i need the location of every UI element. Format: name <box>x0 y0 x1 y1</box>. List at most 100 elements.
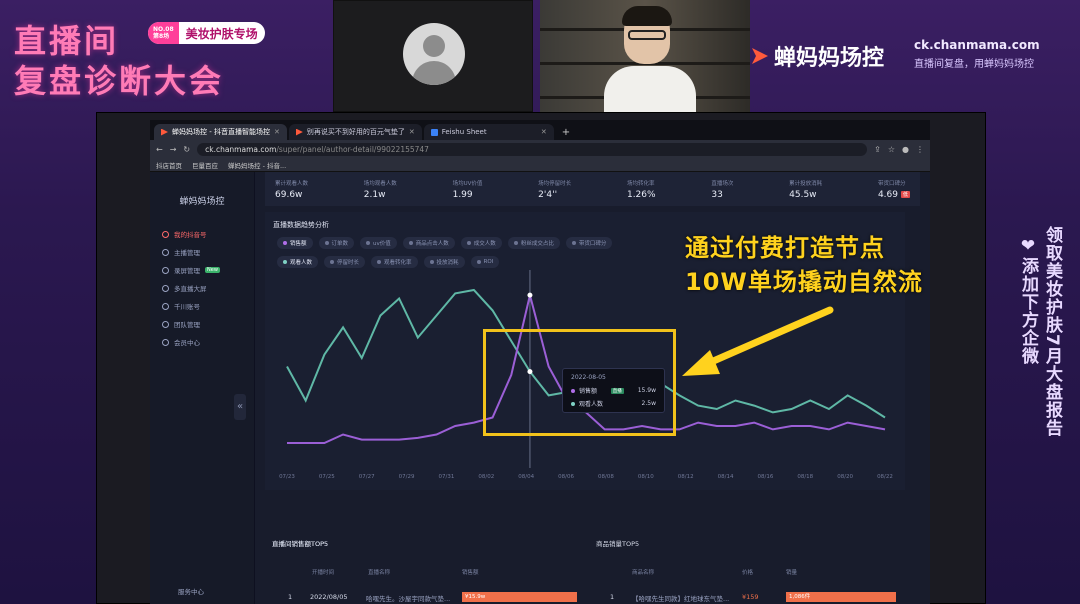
event-badge: NO.08 第8场 美妆护肤专场 <box>148 22 265 44</box>
profile-icon[interactable]: ● <box>902 145 909 154</box>
sidebar-item-membership[interactable]: 会员中心 <box>150 333 254 351</box>
sidebar-service-center[interactable]: 服务中心 <box>150 586 254 596</box>
stat-item: 累计观看人数 69.6w <box>275 172 308 206</box>
stat-item: 场均UV价值 1.99 <box>453 172 483 206</box>
new-badge: New <box>205 267 220 273</box>
report-offer-text: 领取美妆护肤7月大盘报告 <box>1042 226 1062 437</box>
sidebar-item-recordings[interactable]: 录屏管理 New <box>150 261 254 279</box>
forward-icon[interactable]: → <box>170 145 177 154</box>
sidebar: 蝉妈妈场控 我的抖音号 主播管理 录屏管理 New 多直播大屏 千川账号 团队管理… <box>150 172 255 604</box>
sidebar-item-my-account[interactable]: 我的抖音号 <box>150 225 254 243</box>
stat-value: 1.26% <box>626 189 656 200</box>
annotation-line1: 通过付费打造节点 <box>685 234 885 262</box>
hover-point-1 <box>527 292 533 298</box>
address-bar-row: ← → ↻ ck.chanmama.com/super/panel/author… <box>150 140 930 158</box>
bookmark-item[interactable]: 蝉妈妈场控 - 抖音... <box>228 160 286 170</box>
stat-label: 场均转化率 <box>626 180 655 187</box>
tab-douyin-live[interactable]: 别再说买不到好用的百元气垫了 ✕ <box>288 124 422 140</box>
row-sales-bar: ¥15.9w <box>462 592 577 602</box>
stream-slide: 直播间 复盘诊断大会 NO.08 第8场 美妆护肤专场 蝉妈妈场控 ck.chan… <box>0 0 1080 604</box>
sidebar-item-qianchuan[interactable]: 千川账号 <box>150 297 254 315</box>
menu-icon[interactable]: ⋮ <box>916 145 924 154</box>
stat-label: 带货口碑分 <box>877 180 906 187</box>
chanmama-icon <box>295 128 303 136</box>
reload-icon[interactable]: ↻ <box>183 145 190 154</box>
row-date: 2022/08/05 <box>310 593 348 601</box>
stat-label: 直播场次 <box>711 180 734 187</box>
presenter-video <box>540 0 750 115</box>
col-header-product: 商品名称 <box>632 570 655 576</box>
collapse-sidebar-icon[interactable]: « <box>234 394 246 420</box>
stat-value: 45.5w <box>789 189 817 200</box>
stat-label: 累计投放消耗 <box>789 180 823 187</box>
col-header-time: 开播时间 <box>312 570 335 576</box>
stats-bar: 累计观看人数 69.6w 场均观看人数 2.1w 场均UV价值 1.99 场均停留时长 2'4… <box>265 172 920 206</box>
record-icon <box>162 266 169 274</box>
stat-value: 2.1w <box>363 189 386 200</box>
x-tick-label: 08/18 <box>797 474 813 480</box>
screen-icon <box>162 284 169 292</box>
presenter <box>604 6 696 115</box>
chanmama-icon <box>161 128 168 136</box>
stat-item: 场均停留时长 2'4'' <box>538 172 571 206</box>
row-live-name[interactable]: 哈嘿先生。沙屋宇同款气垫... <box>366 593 450 603</box>
bookmarks-bar: 抖店首页 巨量百应 蝉妈妈场控 - 抖音... <box>150 158 930 172</box>
wecom-text: ❤添加下方企微 <box>1018 236 1038 365</box>
user-avatar-icon <box>403 23 465 85</box>
annotation-arrow-icon <box>682 306 834 376</box>
bookmark-item[interactable]: 巨量百应 <box>192 160 218 170</box>
back-icon[interactable]: ← <box>156 145 163 154</box>
col-header-volume: 销量 <box>786 570 798 576</box>
stat-value: 33 <box>711 189 723 200</box>
product-name[interactable]: 【哈嘿先生同款】红地球东气垫... <box>632 593 729 603</box>
badge-number: NO.08 第8场 <box>148 22 179 44</box>
account-icon <box>162 230 169 238</box>
product-price: ¥159 <box>742 593 759 601</box>
ad-icon <box>162 302 169 310</box>
close-icon[interactable]: ✕ <box>541 128 547 136</box>
tab-chanmama[interactable]: 蝉妈妈场控 - 抖音直播智能场控 ✕ <box>154 124 287 140</box>
chanmama-logo-icon <box>752 48 768 64</box>
live-top5-title: 直播间销售额TOP5 <box>272 540 329 548</box>
top5-section: 直播间销售额TOP5 <box>120 420 780 548</box>
stat-label: 场均停留时长 <box>538 180 572 187</box>
bookmark-item[interactable]: 抖店首页 <box>156 160 182 170</box>
product-rank: 1 <box>610 593 615 601</box>
brand-url: ck.chanmama.com <box>914 38 1040 52</box>
stat-label: 累计观看人数 <box>275 180 309 187</box>
product-top5-title: 商品销量TOP5 <box>596 540 640 548</box>
share-icon[interactable]: ⇪ <box>874 145 881 154</box>
highlight-box <box>483 329 676 436</box>
sidebar-item-anchors[interactable]: 主播管理 <box>150 243 254 261</box>
x-tick-label: 08/22 <box>877 474 893 480</box>
sidebar-item-team[interactable]: 团队管理 <box>150 315 254 333</box>
star-icon[interactable]: ☆ <box>888 145 895 154</box>
stat-item: 累计投放消耗 45.5w <box>789 172 822 206</box>
heart-icon: ❤ <box>1018 236 1038 257</box>
stat-item: 直播场次 33 <box>711 172 733 206</box>
tab-feishu[interactable]: Feishu Sheet ✕ <box>423 124 554 140</box>
sidebar-item-multi-screen[interactable]: 多直播大屏 <box>150 279 254 297</box>
product-volume-bar: 1,086件 <box>786 592 896 602</box>
col-header-name: 直播名称 <box>368 570 391 576</box>
close-icon[interactable]: ✕ <box>274 128 280 136</box>
event-title-line2: 复盘诊断大会 <box>14 62 225 100</box>
stat-value: 4.69 低 <box>877 189 910 200</box>
col-header-price: 价格 <box>742 570 754 576</box>
badge-label: 美妆护肤专场 <box>185 26 258 41</box>
stat-value: 1.99 <box>452 189 473 200</box>
stat-tag: 低 <box>900 191 910 198</box>
new-tab-button[interactable]: + <box>556 127 576 140</box>
camera-off-tile <box>333 0 533 112</box>
close-icon[interactable]: ✕ <box>409 128 415 136</box>
vip-icon <box>162 338 169 346</box>
stat-item: 场均观看人数 2.1w <box>364 172 397 206</box>
stat-item: 带货口碑分 4.69 低 <box>878 172 910 206</box>
stat-value: 2'4'' <box>538 189 558 200</box>
stat-label: 场均UV价值 <box>452 180 483 187</box>
brand-tagline: 直播间复盘，用蝉妈妈场控 <box>914 59 1034 70</box>
tab-bar: 蝉妈妈场控 - 抖音直播智能场控 ✕ 别再说买不到好用的百元气垫了 ✕ Feishu… <box>150 120 930 140</box>
stat-value: 69.6w <box>275 189 303 200</box>
url-field[interactable]: ck.chanmama.com/super/panel/author-detai… <box>197 142 868 156</box>
col-header-sales: 销售额 <box>462 570 479 576</box>
